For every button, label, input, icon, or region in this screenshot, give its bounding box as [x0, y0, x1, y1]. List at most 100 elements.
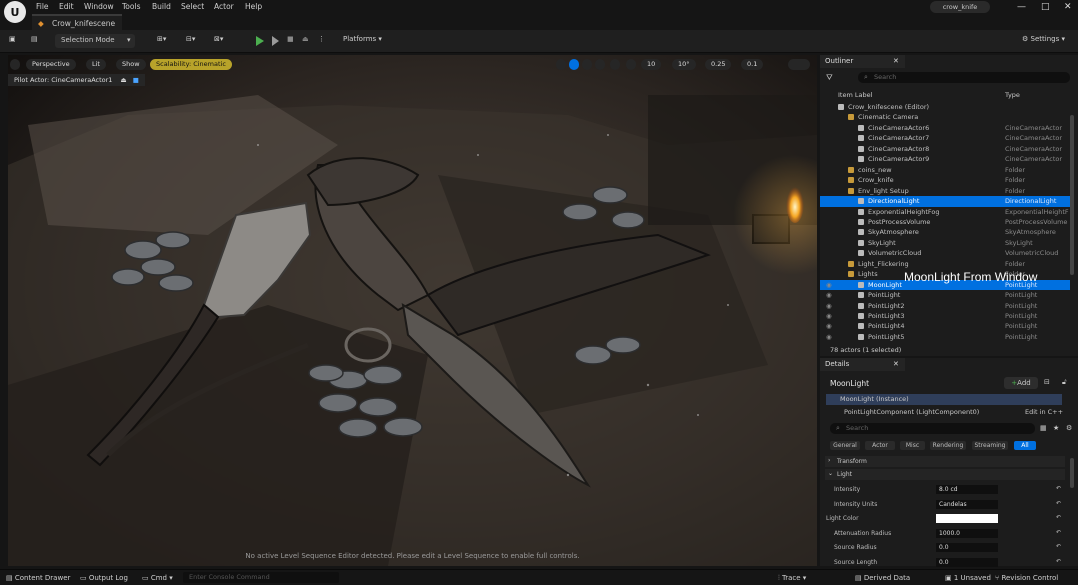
outliner-row[interactable]: ◉ PointLight PointLight	[820, 290, 1070, 301]
play-options-icon[interactable]: ⋮	[318, 35, 325, 43]
outliner-search-input[interactable]: ⌕ Search	[858, 72, 1070, 83]
unreal-logo-icon[interactable]: U	[4, 1, 26, 23]
trace-button[interactable]: ⫶ Trace ▾	[778, 574, 806, 583]
close-icon[interactable]: ✕	[1064, 2, 1072, 12]
cmd-dropdown[interactable]: ▭ Cmd ▾	[142, 574, 173, 582]
menu-actor[interactable]: Actor	[214, 2, 234, 11]
favorite-icon[interactable]: ★	[1053, 424, 1059, 432]
category-tab[interactable]: Rendering	[930, 441, 966, 450]
layout-icon[interactable]	[788, 59, 810, 70]
section-light[interactable]: ⌄ Light	[825, 469, 1065, 480]
outliner-row[interactable]: CineCameraActor7 CineCameraActor	[820, 133, 1070, 144]
angle-snap-value[interactable]: 10°	[672, 59, 696, 70]
scale-snap-value[interactable]: 0.25	[705, 59, 732, 70]
play-icon[interactable]	[256, 36, 264, 46]
outliner-row[interactable]: PostProcessVolume PostProcessVolume	[820, 217, 1070, 228]
component-row[interactable]: PointLightComponent (LightComponent0)	[844, 408, 979, 416]
mode-dropdown[interactable]: Selection Mode ▾	[55, 34, 135, 48]
lit-button[interactable]: Lit	[86, 59, 106, 70]
close-tab-icon[interactable]: ✕	[893, 358, 899, 371]
visibility-icon[interactable]: ◉	[826, 280, 832, 291]
category-tab[interactable]: Actor	[865, 441, 895, 450]
outliner-row[interactable]: Crow_knifescene (Editor)	[820, 102, 1070, 113]
camera-icon[interactable]: ■	[133, 76, 139, 84]
blueprint-icon[interactable]: ⊟	[1044, 378, 1050, 386]
add-actor-icon[interactable]: ⊞▾	[157, 35, 166, 43]
menu-edit[interactable]: Edit	[59, 2, 74, 11]
platforms-button[interactable]: Platforms ▾	[343, 35, 382, 43]
reset-icon[interactable]: ↶	[1056, 500, 1061, 507]
level-tab[interactable]: ◆ Crow_knifescene	[32, 14, 122, 30]
outliner-row[interactable]: CineCameraActor8 CineCameraActor	[820, 144, 1070, 155]
reset-icon[interactable]: ↶	[1056, 514, 1061, 521]
grid-snap-value[interactable]: 10	[641, 59, 662, 70]
menu-select[interactable]: Select	[181, 2, 204, 11]
visibility-icon[interactable]: ◉	[826, 301, 832, 312]
unsaved-button[interactable]: ▣ 1 Unsaved	[945, 574, 991, 582]
outliner-row[interactable]: Crow_knife Folder	[820, 175, 1070, 186]
viewport-options-icon[interactable]	[10, 59, 20, 70]
scale-tool-icon[interactable]	[595, 59, 605, 70]
select-tool-icon[interactable]	[556, 59, 566, 70]
derived-data-button[interactable]: ▤ Derived Data	[855, 574, 910, 582]
content-browser-icon[interactable]: ▤	[31, 35, 38, 43]
lock-icon[interactable]: 🔓︎	[1062, 378, 1067, 387]
eject-pilot-icon[interactable]: ⏏	[121, 76, 127, 84]
menu-build[interactable]: Build	[152, 2, 171, 11]
visibility-icon[interactable]: ◉	[826, 311, 832, 322]
outliner-row[interactable]: ◉ PointLight2 PointLight	[820, 301, 1070, 312]
outliner-row[interactable]: CineCameraActor6 CineCameraActor	[820, 123, 1070, 134]
outliner-row[interactable]: Env_light Setup Folder	[820, 186, 1070, 197]
eject-icon[interactable]: ⏏	[302, 35, 309, 43]
category-tab[interactable]: General	[830, 441, 860, 450]
filter-icon[interactable]: ⛛	[826, 73, 833, 83]
camera-speed-value[interactable]: 0.1	[741, 59, 764, 70]
property-value[interactable]: 0.0	[936, 557, 998, 567]
column-type[interactable]: Type	[1005, 91, 1020, 99]
cinematics-icon[interactable]: ⊠▾	[214, 35, 223, 43]
settings-button[interactable]: ⚙ Settings ▾	[1022, 35, 1065, 43]
world-space-icon[interactable]	[610, 59, 620, 70]
reset-icon[interactable]: ↶	[1056, 485, 1061, 492]
add-component-button[interactable]: +Add	[1004, 377, 1038, 389]
category-tab[interactable]: Misc	[900, 441, 925, 450]
details-search-input[interactable]: ⌕ Search	[830, 423, 1035, 434]
pilot-actor-bar[interactable]: Pilot Actor: CineCameraActor1 ⏏ ■	[8, 74, 145, 86]
menu-file[interactable]: File	[36, 2, 49, 11]
color-swatch[interactable]	[936, 514, 998, 523]
outliner-row[interactable]: VolumetricCloud VolumetricCloud	[820, 248, 1070, 259]
menu-window[interactable]: Window	[84, 2, 114, 11]
visibility-icon[interactable]: ◉	[826, 332, 832, 343]
outliner-row[interactable]: Light_Flickering Folder	[820, 259, 1070, 270]
visibility-icon[interactable]: ◉	[826, 321, 832, 332]
property-value[interactable]: Candelas	[936, 499, 998, 509]
console-input[interactable]: Enter Console Command	[183, 572, 339, 583]
outliner-row[interactable]: coins_new Folder	[820, 165, 1070, 176]
outliner-row[interactable]: ExponentialHeightFog ExponentialHeightF	[820, 207, 1070, 218]
outliner-row[interactable]: SkyAtmosphere SkyAtmosphere	[820, 227, 1070, 238]
perspective-button[interactable]: Perspective	[26, 59, 76, 70]
maximize-icon[interactable]: □	[1041, 2, 1050, 12]
revision-control-button[interactable]: ⑂ Revision Control	[995, 574, 1058, 582]
show-button[interactable]: Show	[116, 59, 146, 70]
reset-icon[interactable]: ↶	[1056, 543, 1061, 550]
level-viewport[interactable]: Perspective Lit Show Scalability: Cinema…	[8, 55, 817, 566]
menu-tools[interactable]: Tools	[122, 2, 140, 11]
menu-help[interactable]: Help	[245, 2, 262, 11]
save-icon[interactable]: ▣	[9, 35, 16, 43]
outliner-row[interactable]: CineCameraActor9 CineCameraActor	[820, 154, 1070, 165]
rotate-tool-icon[interactable]	[582, 59, 592, 70]
outliner-scrollbar[interactable]	[1070, 115, 1074, 275]
settings-icon[interactable]: ⚙	[1066, 424, 1072, 432]
output-log-button[interactable]: ▭ Output Log	[80, 574, 128, 582]
outliner-row[interactable]: Cinematic Camera	[820, 112, 1070, 123]
outliner-tab[interactable]: Outliner ✕	[820, 55, 905, 68]
reset-icon[interactable]: ↶	[1056, 529, 1061, 536]
reset-icon[interactable]: ↶	[1056, 558, 1061, 565]
component-instance[interactable]: MoonLight (Instance)	[826, 394, 1062, 405]
visibility-icon[interactable]: ◉	[826, 290, 832, 301]
stop-icon[interactable]: ■	[287, 35, 294, 43]
details-tab[interactable]: Details ✕	[820, 358, 905, 371]
category-tab[interactable]: Streaming	[972, 441, 1008, 450]
blueprint-icon[interactable]: ⊟▾	[186, 35, 195, 43]
